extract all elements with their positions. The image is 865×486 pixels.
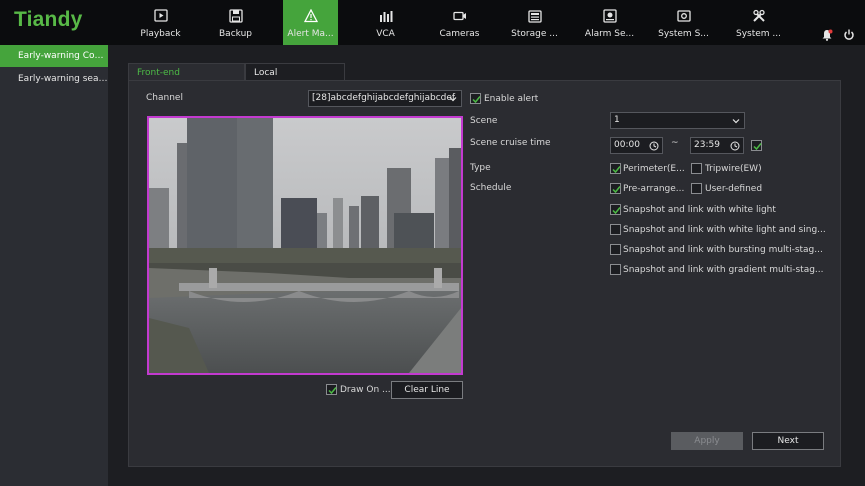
sidebar: Early-warning Con... Early-warning sear.… [0,45,108,486]
apply-button[interactable]: Apply [671,432,743,450]
cruise-start-time-value: 00:00 [614,140,640,150]
brand-logo: Tiandy [14,8,83,31]
checkmark-icon [753,143,762,151]
checkmark-icon [612,186,621,194]
type-tripwire-checkbox[interactable] [691,163,702,174]
nav-system-settings-label: System S... [658,29,709,39]
schedule-user-defined-checkbox[interactable] [691,183,702,194]
scene-select-value: 1 [614,115,620,125]
nav-cameras-label: Cameras [439,29,480,39]
scene-label: Scene [470,116,498,126]
clock-icon [649,141,659,151]
camera-preview-image [149,118,461,373]
nav-storage[interactable]: Storage ... [507,0,562,45]
cruise-tilde: ~ [671,138,679,148]
camera-icon [452,11,466,21]
snapshot-white-light-single-checkbox[interactable] [610,224,621,235]
warning-icon [303,9,318,23]
clock-icon [730,141,740,151]
snapshot-white-light-single-label: Snapshot and link with white light and s… [623,225,826,235]
next-button[interactable]: Next [752,432,824,450]
nav-vca-label: VCA [376,29,395,39]
snapshot-gradient-checkbox[interactable] [610,264,621,275]
scene-cruise-time-label: Scene cruise time [470,138,551,148]
nav-vca[interactable]: VCA [358,0,413,45]
cruise-end-time-value: 23:59 [694,140,720,150]
nav-alert-management[interactable]: Alert Ma... [283,0,338,45]
checkmark-icon [328,387,337,395]
schedule-user-defined-label: User-defined [705,184,763,194]
tab-local-configuration[interactable]: Local configuration [245,63,345,96]
sidebar-item-early-warning-search[interactable]: Early-warning sear... [0,68,108,90]
snapshot-white-light-checkbox[interactable] [610,204,621,215]
type-perimeter-label: Perimeter(E... [623,164,685,174]
tools-icon [752,9,765,22]
power-icon[interactable] [843,29,855,41]
type-label: Type [470,163,491,173]
nav-alarm-settings-label: Alarm Se... [584,29,635,39]
nav-system-settings[interactable]: System S... [656,0,711,45]
checkmark-icon [472,96,481,104]
clear-line-button[interactable]: Clear Line [391,381,463,399]
checkmark-icon [612,207,621,215]
nav-storage-label: Storage ... [511,29,558,39]
cruise-end-time-input[interactable]: 23:59 [690,137,744,154]
sidebar-item-early-warning-config[interactable]: Early-warning Con... [0,45,108,67]
top-navigation-bar: Tiandy Playback Backup Alert Ma... VCA C… [0,0,865,45]
nav-cameras[interactable]: Cameras [432,0,487,45]
enable-alert-label: Enable alert [484,94,539,104]
tab-front-end-configuration[interactable]: Front-end configuration [128,63,245,96]
chevron-down-icon [732,119,740,124]
checkmark-icon [612,166,621,174]
draw-on-checkbox[interactable] [326,384,337,395]
snapshot-white-light-label: Snapshot and link with white light [623,205,776,215]
nav-alert-label: Alert Ma... [287,29,334,39]
nav-playback[interactable]: Playback [133,0,188,45]
type-perimeter-checkbox[interactable] [610,163,621,174]
playback-icon [153,9,168,22]
nav-system-tools-label: System ... [735,29,781,39]
bars-icon [379,11,392,22]
snapshot-bursting-label: Snapshot and link with bursting multi-st… [623,245,823,255]
cruise-start-time-input[interactable]: 00:00 [610,137,663,154]
nav-alarm-settings[interactable]: Alarm Se... [582,0,637,45]
nav-backup[interactable]: Backup [208,0,263,45]
schedule-prearranged-label: Pre-arrange... [623,184,685,194]
channel-select[interactable]: [28]abcdefghijabcdefghijabcdef [308,90,462,107]
snapshot-bursting-checkbox[interactable] [610,244,621,255]
snapshot-gradient-label: Snapshot and link with gradient multi-st… [623,265,824,275]
channel-label: Channel [146,93,183,103]
save-icon [228,9,243,23]
nav-backup-label: Backup [219,29,252,39]
storage-icon [527,10,542,23]
nav-system-tools[interactable]: System ... [731,0,786,45]
schedule-prearranged-checkbox[interactable] [610,183,621,194]
chevron-down-icon [449,97,457,102]
alarm-settings-icon [602,9,617,23]
scene-select[interactable]: 1 [610,112,745,129]
system-settings-icon [676,10,691,22]
enable-alert-checkbox[interactable] [470,93,481,104]
type-tripwire-label: Tripwire(EW) [705,164,762,174]
channel-select-value: [28]abcdefghijabcdefghijabcdef [312,93,456,103]
schedule-label: Schedule [470,183,512,193]
draw-on-label: Draw On ... [340,385,391,395]
notification-bell-icon[interactable] [821,29,833,41]
nav-playback-label: Playback [140,29,181,39]
camera-preview[interactable] [147,116,463,375]
cruise-time-confirm-checkbox[interactable] [751,140,762,151]
